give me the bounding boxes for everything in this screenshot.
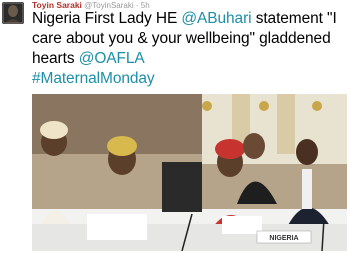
avatar[interactable]	[2, 2, 24, 24]
tweet-text-part: Nigeria First Lady HE	[32, 10, 182, 27]
avatar-image	[2, 2, 24, 24]
photo-image: NIGERIA	[32, 94, 347, 251]
tweet-photo[interactable]: NIGERIA	[32, 94, 347, 251]
tweet-text: Nigeria First Lady HE @ABuhari statement…	[32, 9, 350, 89]
placard-text: NIGERIA	[269, 235, 298, 242]
hashtag-maternalmonday[interactable]: #MaternalMonday	[32, 70, 155, 87]
mention-oafla[interactable]: @OAFLA	[79, 50, 145, 67]
mention-abuhari[interactable]: @ABuhari	[181, 10, 251, 27]
